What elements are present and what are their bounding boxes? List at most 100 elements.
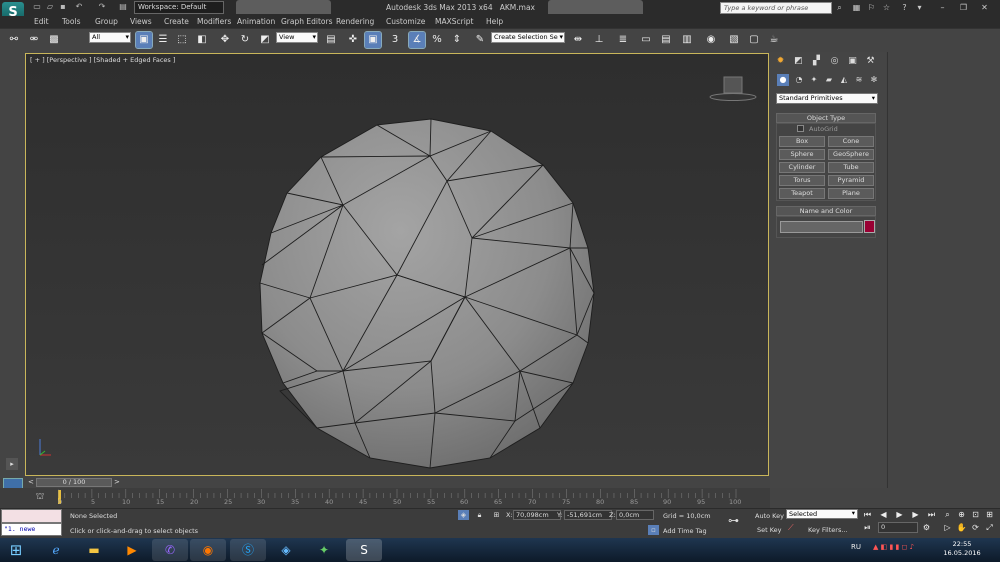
help-icon[interactable]: ? [899,2,910,13]
zoom-all-icon[interactable]: ⊕ [956,509,967,520]
menu-help[interactable]: Help [486,17,503,26]
firefox-icon[interactable]: ◉ [190,539,226,561]
favorites-icon[interactable]: ☆ [881,2,892,13]
menu-rendering[interactable]: Rendering [336,17,374,26]
graphite-ribbon-icon[interactable]: ▭ [638,32,654,48]
spinner-snap-icon[interactable]: ⇕ [449,32,465,48]
maxscript-mini-listener[interactable]: "1. newe [1,523,62,536]
isolate-selection-icon[interactable]: ◈ [458,510,469,520]
box-button[interactable]: Box [779,136,825,147]
space-warps-icon[interactable]: ≋ [853,74,865,86]
help-dropdown-icon[interactable]: ▾ [914,2,925,13]
reference-coordinate-dropdown[interactable]: View [276,32,318,43]
menu-edit[interactable]: Edit [34,17,49,26]
photoshop-icon[interactable]: ◈ [268,539,304,561]
schematic-view-icon[interactable]: ▥ [679,32,695,48]
geometry-icon[interactable]: ● [777,74,789,86]
time-tag-icon[interactable]: ▫ [648,525,659,535]
project-folder-icon[interactable]: ▤ [118,2,128,12]
open-file-icon[interactable]: ▱ [45,2,55,12]
select-and-manipulate-icon[interactable]: ✜ [345,32,361,48]
menu-animation[interactable]: Animation [237,17,275,26]
time-slider[interactable]: 0 / 100 [36,478,112,487]
search-input[interactable]: Type a keyword or phrase [720,2,832,14]
select-and-rotate-icon[interactable]: ↻ [237,32,253,48]
expand-ribbon-icon[interactable]: ▸ [6,458,18,470]
layer-manager-icon[interactable]: ≣ [615,32,631,48]
cylinder-button[interactable]: Cylinder [779,162,825,173]
key-mode-dropdown[interactable]: Selected [786,509,858,519]
current-frame-field[interactable]: 0 [878,522,918,533]
y-coordinate-field[interactable]: -51,691cm [564,510,612,520]
media-player-icon[interactable]: ▶ [114,539,150,561]
cameras-icon[interactable]: ▰ [823,74,835,86]
select-and-scale-icon[interactable]: ◩ [257,32,273,48]
name-and-color-rollout-header[interactable]: Name and Color [776,206,876,216]
menu-maxscript[interactable]: MAXScript [435,17,474,26]
motion-tab-icon[interactable]: ◎ [828,55,841,68]
shapes-icon[interactable]: ◔ [793,74,805,86]
workspace-dropdown[interactable]: Workspace: Default [134,1,224,14]
autogrid-checkbox[interactable] [797,125,804,132]
menu-group[interactable]: Group [95,17,118,26]
keyboard-shortcut-override-icon[interactable]: ▣ [364,31,382,49]
plane-button[interactable]: Plane [828,188,874,199]
orbit-icon[interactable]: ⟳ [970,522,981,533]
menu-customize[interactable]: Customize [386,17,425,26]
maximize-viewport-icon[interactable]: ⤢ [984,522,995,533]
select-object-icon[interactable]: ▣ [135,31,153,49]
zoom-extents-all-icon[interactable]: ⊞ [984,509,995,520]
helpers-icon[interactable]: ◭ [838,74,850,86]
zoom-extents-icon[interactable]: ⊡ [970,509,981,520]
pan-view-icon[interactable]: ✋ [956,522,967,533]
next-frame-button-icon[interactable]: ▶ [910,509,921,520]
menu-views[interactable]: Views [130,17,152,26]
systems-icon[interactable]: ✻ [868,74,880,86]
close-icon[interactable]: ✕ [979,2,990,13]
tray-icons[interactable]: ▲ ◧ ▮ ▮ ◻ ♪ [873,543,914,551]
select-by-name-icon[interactable]: ☰ [155,32,171,48]
snaps-toggle-icon[interactable]: 3 [387,32,403,48]
window-crossing-icon[interactable]: ◧ [194,32,210,48]
teapot-button[interactable]: Teapot [779,188,825,199]
undo-icon[interactable]: ↶ [74,2,84,12]
torus-button[interactable]: Torus [779,175,825,186]
angle-snap-icon[interactable]: ∡ [408,31,426,49]
go-to-start-icon[interactable]: ⏮ [862,509,873,520]
pyramid-button[interactable]: Pyramid [828,175,874,186]
object-color-swatch[interactable] [864,220,875,233]
play-icon[interactable]: ▶ [894,509,905,520]
default-tangent-icon[interactable]: ⟋ [788,522,800,533]
communication-center-icon[interactable]: ⚐ [866,2,877,13]
set-keys-key-icon[interactable]: ⊶ [728,514,746,528]
sphere-button[interactable]: Sphere [779,149,825,160]
maxscript-listener-pink[interactable] [1,509,62,523]
selection-lock-icon[interactable]: 🔒︎ [474,510,485,520]
rendered-frame-window-icon[interactable]: ▢ [746,32,762,48]
absolute-mode-icon[interactable]: ⊞ [491,510,502,520]
clock[interactable]: 22:55 16.05.2016 [942,540,982,558]
add-time-tag-button[interactable]: Add Time Tag [663,527,707,535]
render-setup-icon[interactable]: ▧ [726,32,742,48]
previous-frame-icon[interactable]: ◀ [878,509,889,520]
material-editor-icon[interactable]: ◉ [703,32,719,48]
cone-button[interactable]: Cone [828,136,874,147]
lights-icon[interactable]: ✦ [808,74,820,86]
tube-button[interactable]: Tube [828,162,874,173]
prev-frame-icon[interactable]: < [28,478,36,487]
menu-graph-editors[interactable]: Graph Editors [281,17,333,26]
z-coordinate-field[interactable]: 0,0cm [616,510,654,520]
bind-space-warp-icon[interactable]: ▩ [46,32,62,48]
auto-key-button[interactable]: Auto Key [755,512,784,520]
filter-icon[interactable]: ⛫ [33,491,47,503]
viewcube-icon[interactable] [709,76,757,101]
category-dropdown[interactable]: Standard Primitives [776,93,878,104]
field-of-view-icon[interactable]: ▷ [942,522,953,533]
mirror-icon[interactable]: ⇹ [570,32,586,48]
skype-icon[interactable]: Ⓢ [230,539,266,561]
modify-tab-icon[interactable]: ◩ [792,55,805,68]
object-name-input[interactable] [780,221,863,233]
curve-editor-icon[interactable]: ▤ [658,32,674,48]
language-indicator[interactable]: RU [851,543,861,551]
search-icon[interactable]: ⌕ [834,2,845,13]
